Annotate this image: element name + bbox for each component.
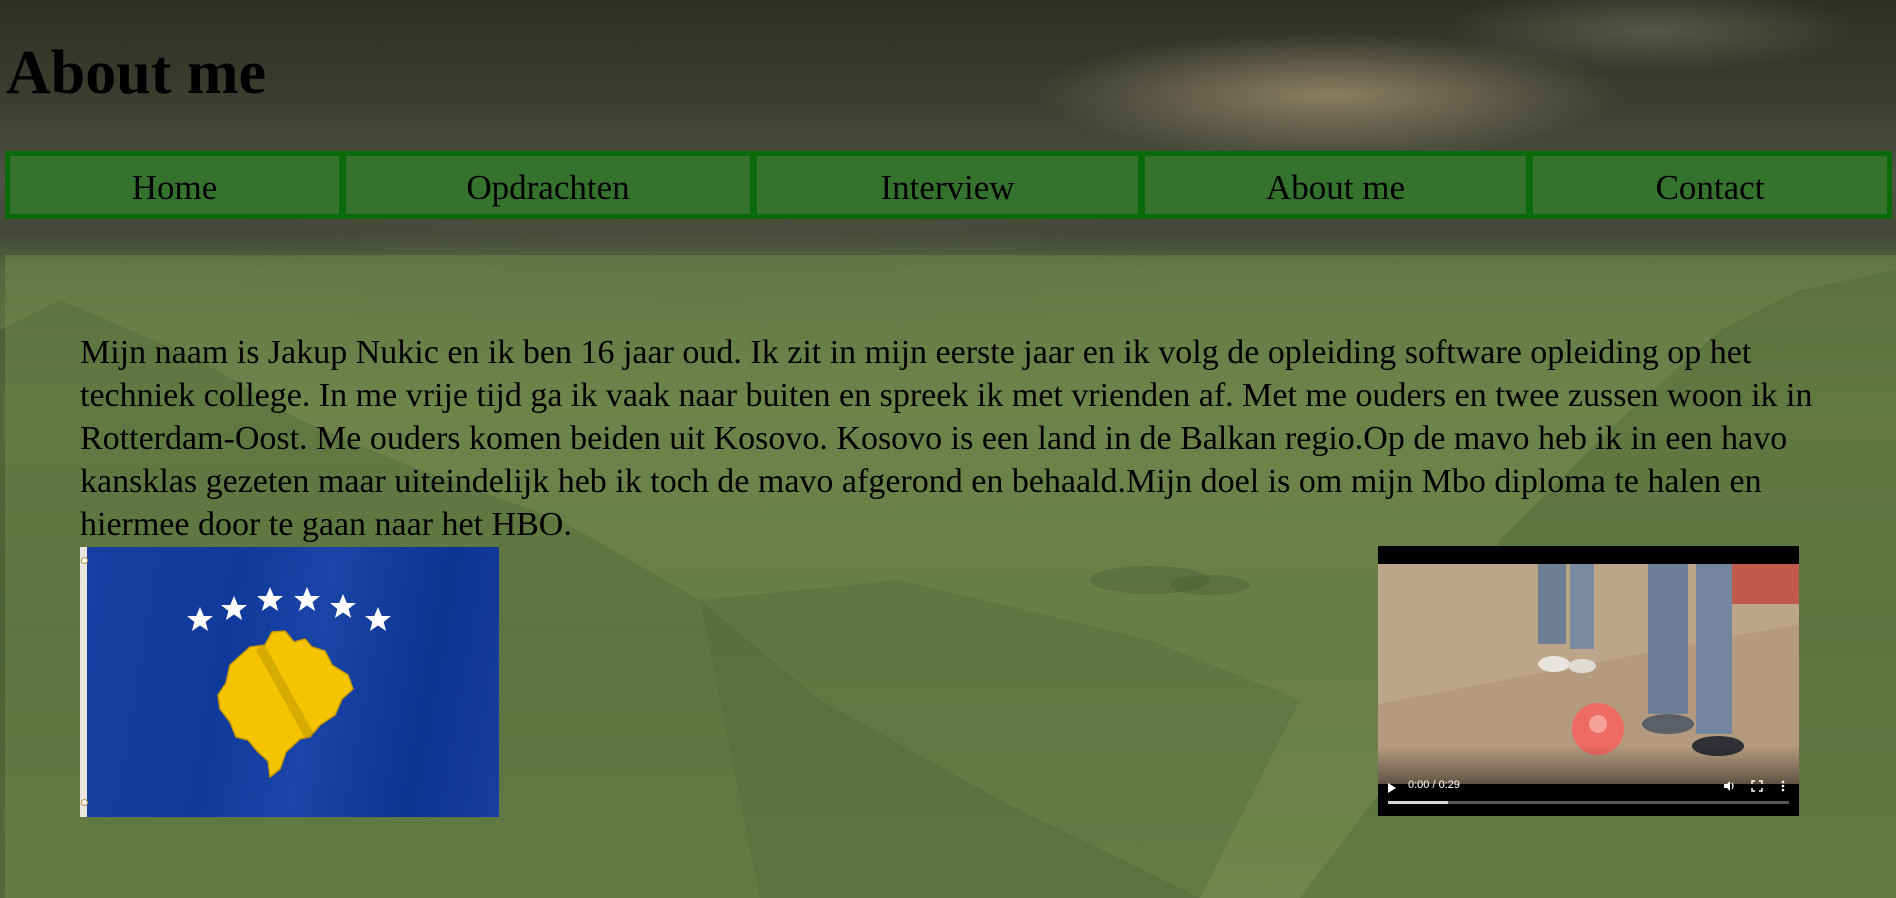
volume-icon[interactable] xyxy=(1722,779,1736,793)
nav-item-opdrachten[interactable]: Opdrachten xyxy=(341,151,755,219)
nav-item-about-me[interactable]: About me xyxy=(1140,151,1531,219)
nav-item-contact[interactable]: Contact xyxy=(1528,151,1892,219)
video-player[interactable]: 0:00 / 0:29 xyxy=(1378,546,1799,816)
video-controls: 0:00 / 0:29 xyxy=(1378,746,1799,816)
nav-item-label: Home xyxy=(131,167,218,207)
main-navigation: Home Opdrachten Interview About me Conta… xyxy=(5,151,1892,219)
page-title: About me xyxy=(6,39,267,107)
kosovo-flag-icon xyxy=(187,587,391,779)
video-progress-fill xyxy=(1388,801,1449,804)
kosovo-flag-image xyxy=(80,547,499,817)
nav-item-label: About me xyxy=(1265,167,1405,207)
nav-item-home[interactable]: Home xyxy=(5,151,344,219)
about-paragraph: Mijn naam is Jakup Nukic en ik ben 16 ja… xyxy=(80,334,1813,543)
nav-item-interview[interactable]: Interview xyxy=(752,151,1143,219)
play-icon[interactable] xyxy=(1388,783,1396,793)
fullscreen-icon[interactable] xyxy=(1750,779,1764,793)
video-progress-bar[interactable] xyxy=(1388,801,1789,804)
more-options-icon[interactable] xyxy=(1776,779,1790,793)
nav-item-label: Interview xyxy=(880,167,1015,207)
nav-item-label: Opdrachten xyxy=(466,167,630,207)
nav-item-label: Contact xyxy=(1655,167,1765,207)
video-time: 0:00 / 0:29 xyxy=(1408,779,1460,791)
